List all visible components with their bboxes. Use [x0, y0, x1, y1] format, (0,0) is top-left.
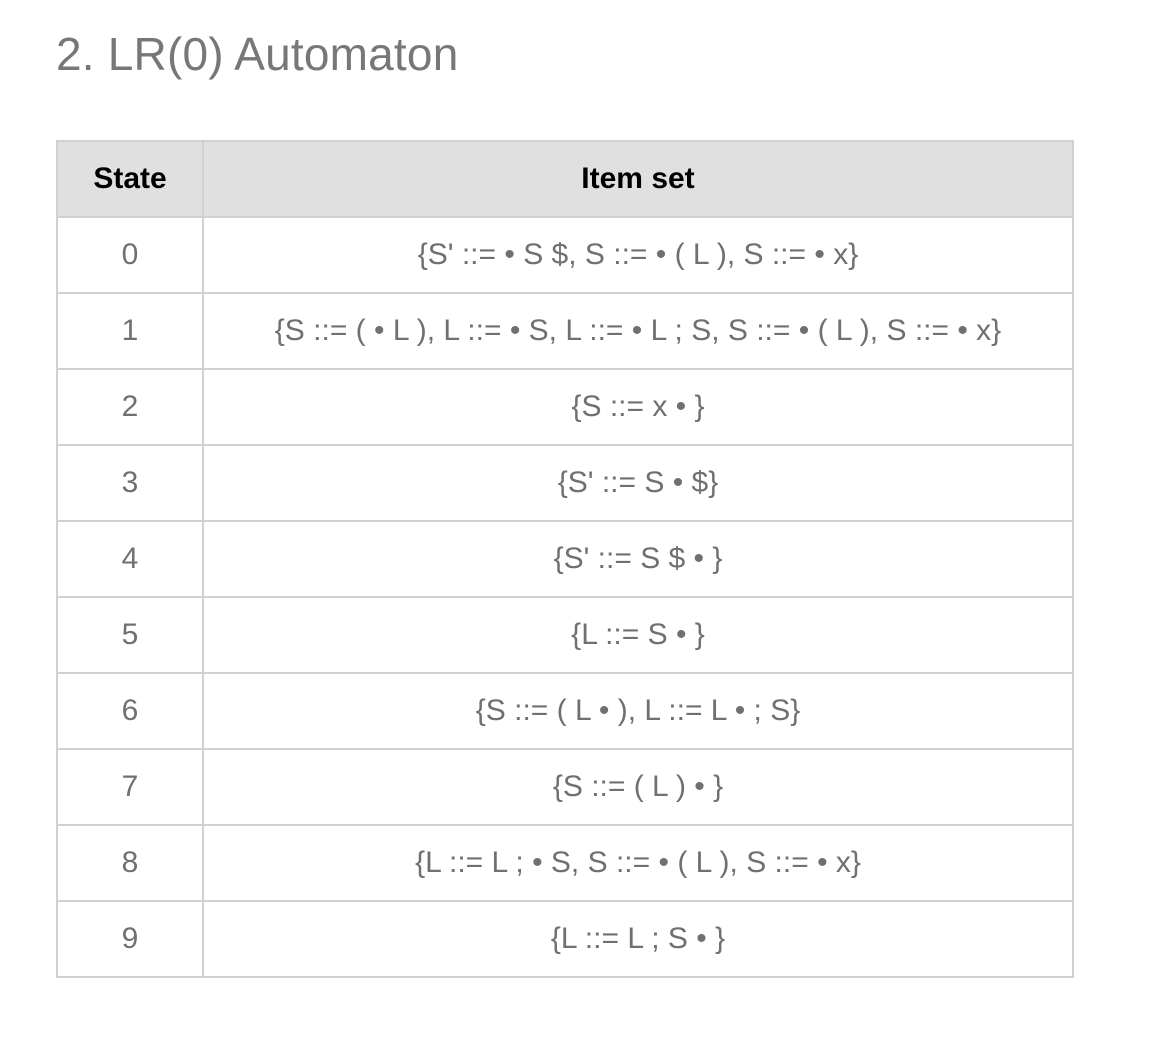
lr0-automaton-table: State Item set 0 {S' ::= • S $, S ::= • … — [56, 140, 1074, 978]
item-set-cell: {S' ::= S $ • } — [202, 520, 1074, 598]
state-cell: 7 — [56, 748, 204, 826]
table-row: 7 {S ::= ( L ) • } — [56, 748, 1074, 826]
table-row: 4 {S' ::= S $ • } — [56, 520, 1074, 598]
item-set-cell: {S ::= ( • L ), L ::= • S, L ::= • L ; S… — [202, 292, 1074, 370]
section-heading: 2. LR(0) Automaton — [56, 28, 459, 80]
state-cell: 2 — [56, 368, 204, 446]
state-cell: 3 — [56, 444, 204, 522]
state-cell: 9 — [56, 900, 204, 978]
table-header-row: State Item set — [56, 140, 1074, 218]
table-row: 3 {S' ::= S • $} — [56, 444, 1074, 522]
table-row: 8 {L ::= L ; • S, S ::= • ( L ), S ::= •… — [56, 824, 1074, 902]
state-cell: 8 — [56, 824, 204, 902]
item-set-cell: {S ::= x • } — [202, 368, 1074, 446]
state-cell: 6 — [56, 672, 204, 750]
state-cell: 4 — [56, 520, 204, 598]
item-set-cell: {L ::= L ; • S, S ::= • ( L ), S ::= • x… — [202, 824, 1074, 902]
state-cell: 0 — [56, 216, 204, 294]
item-set-cell: {S ::= ( L ) • } — [202, 748, 1074, 826]
column-header-item-set: Item set — [202, 140, 1074, 218]
item-set-cell: {L ::= S • } — [202, 596, 1074, 674]
column-header-state: State — [56, 140, 204, 218]
item-set-cell: {L ::= L ; S • } — [202, 900, 1074, 978]
item-set-cell: {S' ::= S • $} — [202, 444, 1074, 522]
table-row: 0 {S' ::= • S $, S ::= • ( L ), S ::= • … — [56, 216, 1074, 294]
item-set-cell: {S ::= ( L • ), L ::= L • ; S} — [202, 672, 1074, 750]
table-row: 9 {L ::= L ; S • } — [56, 900, 1074, 978]
table-row: 5 {L ::= S • } — [56, 596, 1074, 674]
table-row: 6 {S ::= ( L • ), L ::= L • ; S} — [56, 672, 1074, 750]
table-row: 2 {S ::= x • } — [56, 368, 1074, 446]
state-cell: 1 — [56, 292, 204, 370]
item-set-cell: {S' ::= • S $, S ::= • ( L ), S ::= • x} — [202, 216, 1074, 294]
state-cell: 5 — [56, 596, 204, 674]
table-row: 1 {S ::= ( • L ), L ::= • S, L ::= • L ;… — [56, 292, 1074, 370]
